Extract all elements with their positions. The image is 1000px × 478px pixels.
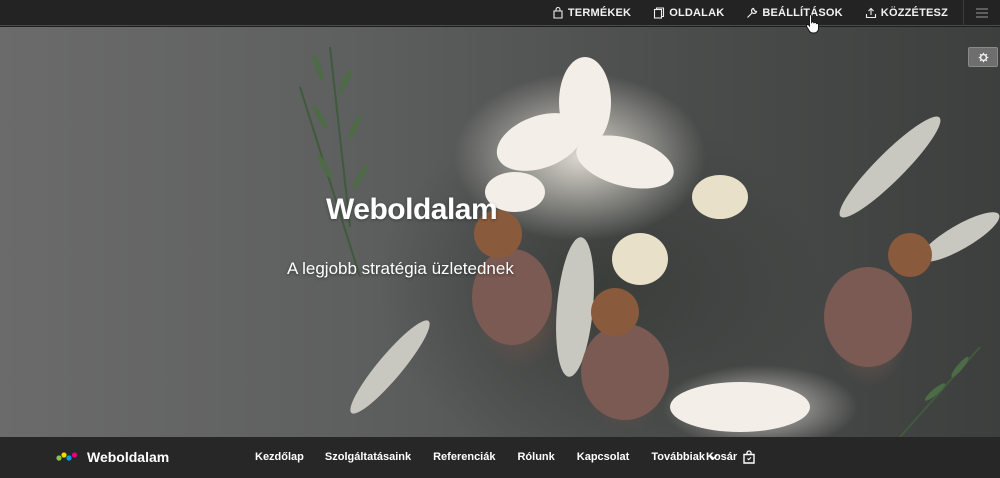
- logo-icon: [56, 452, 78, 461]
- nav-link-contact[interactable]: Kapcsolat: [577, 451, 630, 463]
- cart-label: Kosár: [706, 451, 738, 463]
- hero-section: Weboldalam A legjobb stratégia üzletedne…: [0, 27, 1000, 437]
- cart-link[interactable]: Kosár: [706, 450, 755, 464]
- wrench-icon: [747, 7, 758, 18]
- nav-link-home[interactable]: Kezdőlap: [255, 451, 304, 463]
- products-button[interactable]: TERMÉKEK: [541, 0, 642, 26]
- products-label: TERMÉKEK: [567, 6, 632, 19]
- settings-label: BEÁLLÍTÁSOK: [762, 6, 843, 19]
- brand-name: Weboldalam: [87, 449, 170, 465]
- nav-link-about[interactable]: Rólunk: [517, 451, 554, 463]
- upload-icon: [865, 7, 876, 18]
- hero-background-image: [299, 46, 1000, 437]
- main-nav: Kezdőlap Szolgáltatásaink Referenciák Ró…: [255, 451, 718, 463]
- hero-title: Weboldalam: [326, 193, 498, 226]
- hand-pointer-cursor-icon: [806, 14, 819, 34]
- publish-label: KÖZZÉTESZ: [880, 6, 948, 19]
- nav-link-references[interactable]: Referenciák: [433, 451, 495, 463]
- site-navbar: Weboldalam Kezdőlap Szolgáltatásaink Ref…: [0, 437, 1000, 478]
- pages-button[interactable]: OLDALAK: [642, 0, 735, 26]
- admin-toolbar: TERMÉKEK OLDALAK BEÁLLÍTÁSOK KÖZZÉTESZ: [0, 0, 1000, 26]
- gear-icon: [978, 52, 988, 62]
- shopping-bag-icon: [743, 450, 755, 464]
- nav-more-label: Továbbiak: [651, 451, 705, 463]
- publish-button[interactable]: KÖZZÉTESZ: [854, 0, 959, 26]
- settings-menu-button[interactable]: BEÁLLÍTÁSOK: [735, 0, 853, 26]
- section-settings-button[interactable]: [968, 47, 998, 67]
- hamburger-menu-icon: [976, 8, 988, 17]
- pages-icon: [654, 6, 665, 19]
- nav-link-services[interactable]: Szolgáltatásaink: [325, 451, 411, 463]
- hero-subtitle: A legjobb stratégia üzletednek: [287, 259, 514, 278]
- pages-label: OLDALAK: [669, 6, 725, 19]
- menu-button[interactable]: [964, 0, 1000, 26]
- bag-icon: [553, 6, 563, 19]
- brand-logo-link[interactable]: Weboldalam: [56, 449, 169, 465]
